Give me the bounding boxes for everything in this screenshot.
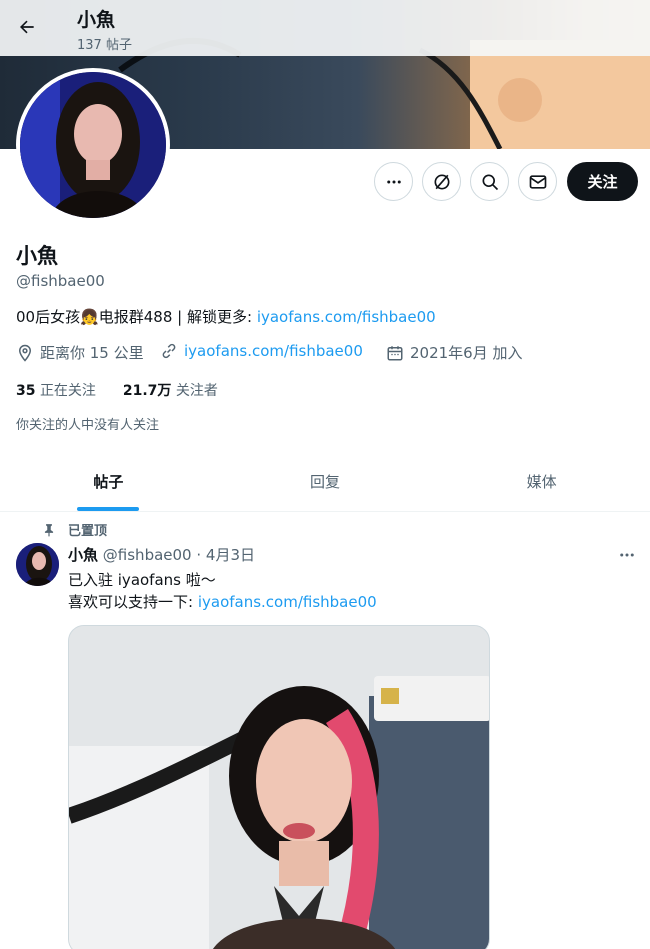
post-author-handle[interactable]: @fishbae00 xyxy=(103,546,192,564)
followers-link[interactable]: 21.7万 关注者 xyxy=(123,383,218,399)
profile-joined: 2021年6月 加入 xyxy=(386,342,523,363)
mail-icon xyxy=(529,174,546,189)
tab-replies[interactable]: 回复 xyxy=(217,452,434,511)
post-separator: · xyxy=(191,546,206,564)
followers-label: 关注者 xyxy=(175,383,218,399)
post-photo xyxy=(69,626,489,949)
post-line-2-text: 喜欢可以支持一下: xyxy=(68,593,198,611)
follow-counts: 35 正在关注 21.7万 关注者 xyxy=(16,380,218,400)
header-post-count: 137 帖子 xyxy=(77,38,132,53)
followers-count: 21.7万 xyxy=(122,383,172,399)
active-tab-indicator xyxy=(77,507,140,511)
bio-link[interactable]: iyaofans.com/fishbae00 xyxy=(257,308,436,326)
profile-handle: @fishbae00 xyxy=(16,272,105,290)
post-body: 已入驻 iyaofans 啦～ 喜欢可以支持一下: iyaofans.com/f… xyxy=(68,569,377,613)
followed-by-text: 你关注的人中没有人关注 xyxy=(16,418,160,433)
top-bar: 小魚 137 帖子 xyxy=(0,0,650,56)
link-icon xyxy=(162,343,176,359)
more-icon xyxy=(620,553,634,557)
tab-media[interactable]: 媒体 xyxy=(433,452,650,511)
search-button[interactable] xyxy=(470,162,509,201)
bio-text: 00后女孩👧电报群488 | 解锁更多: xyxy=(16,308,257,326)
post-link[interactable]: iyaofans.com/fishbae00 xyxy=(198,593,377,611)
post-author-avatar[interactable] xyxy=(16,543,59,586)
more-button[interactable] xyxy=(374,162,413,201)
tab-label: 帖子 xyxy=(93,473,124,491)
following-link[interactable]: 35 正在关注 xyxy=(16,383,96,399)
tab-label: 回复 xyxy=(310,473,341,491)
calendar-icon xyxy=(387,345,403,360)
post-more-button[interactable] xyxy=(614,544,640,566)
post-header: 小魚 @fishbae00 · 4月3日 xyxy=(68,544,255,565)
profile-avatar[interactable] xyxy=(16,68,170,222)
back-button[interactable] xyxy=(10,10,44,44)
subscribe-button[interactable] xyxy=(422,162,461,201)
pin-icon xyxy=(44,523,54,536)
following-label: 正在关注 xyxy=(39,383,96,399)
pinned-indicator: 已置顶 xyxy=(42,520,107,539)
profile-bio: 00后女孩👧电报群488 | 解锁更多: iyaofans.com/fishba… xyxy=(16,306,436,327)
follow-button[interactable]: 关注 xyxy=(567,162,638,201)
tab-label: 媒体 xyxy=(526,473,557,491)
profile-tabs: 帖子 回复 媒体 xyxy=(0,452,650,512)
location-icon xyxy=(18,344,32,362)
post-author-name[interactable]: 小魚 xyxy=(68,546,98,564)
location-text: 距离你 15 公里 xyxy=(40,344,144,362)
header-title: 小魚 xyxy=(77,9,116,31)
profile-website[interactable]: iyaofans.com/fishbae00 xyxy=(160,342,363,360)
post-line-2: 喜欢可以支持一下: iyaofans.com/fishbae00 xyxy=(68,591,377,613)
post-image[interactable] xyxy=(68,625,490,949)
avatar-photo xyxy=(16,543,59,586)
search-icon xyxy=(482,174,498,190)
more-icon xyxy=(386,180,401,183)
pinned-label: 已置顶 xyxy=(68,524,108,539)
message-button[interactable] xyxy=(518,162,557,201)
subscribe-icon xyxy=(434,174,449,189)
avatar-photo xyxy=(20,72,166,218)
profile-location: 距离你 15 公里 xyxy=(16,342,144,363)
tab-posts[interactable]: 帖子 xyxy=(0,452,217,511)
post-date[interactable]: 4月3日 xyxy=(206,546,255,564)
back-arrow-icon xyxy=(20,20,34,34)
following-count: 35 xyxy=(16,383,36,399)
post-line-1: 已入驻 iyaofans 啦～ xyxy=(68,571,216,589)
website-link[interactable]: iyaofans.com/fishbae00 xyxy=(184,342,363,360)
profile-name: 小魚 xyxy=(16,244,58,268)
joined-text: 2021年6月 加入 xyxy=(410,344,523,362)
